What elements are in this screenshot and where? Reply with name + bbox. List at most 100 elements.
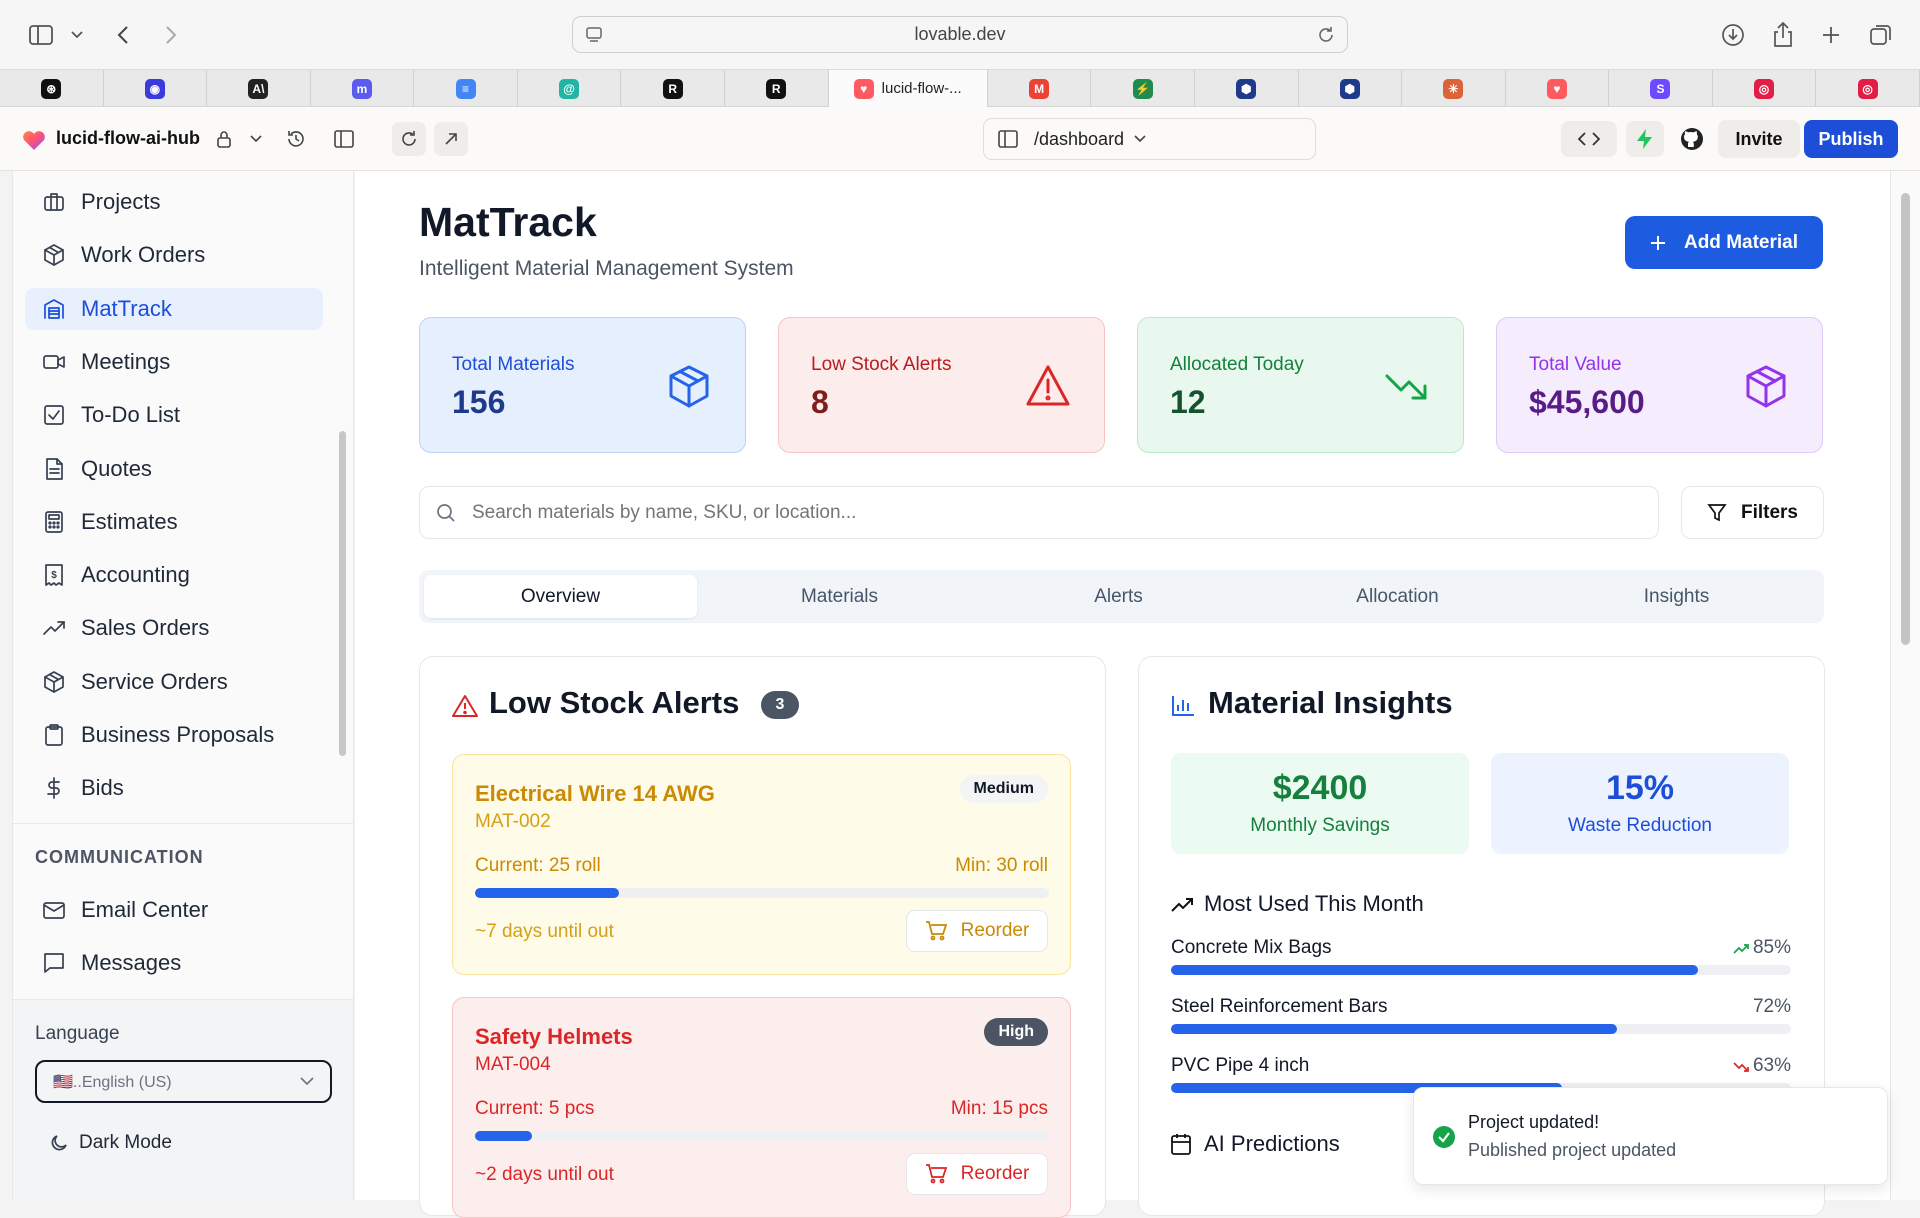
add-material-button[interactable]: Add Material [1625,216,1823,269]
hex-icon: ⬢ [1236,78,1257,99]
sidebar-item-projects[interactable]: Projects [25,181,323,223]
sidebar-toggle-icon[interactable] [26,20,56,50]
open-external-icon[interactable] [434,122,468,156]
app-toolbar: lucid-flow-ai-hub /dashboard Invite Publ… [0,107,1920,171]
refresh-icon[interactable] [392,122,426,156]
sidebar-item-quotes[interactable]: Quotes [25,448,323,490]
browser-tab[interactable]: M [988,70,1092,107]
sidebar-item-meetings[interactable]: Meetings [25,341,323,383]
github-icon[interactable] [1674,121,1710,157]
search-box[interactable] [419,486,1659,539]
publish-button[interactable]: Publish [1804,120,1898,158]
browser-tab[interactable]: ⊛ [0,70,104,107]
sidebar-item-email-center[interactable]: Email Center [25,889,323,931]
dark-mode-label: Dark Mode [79,1132,172,1153]
browser-tab-strip: ⊛ ◉ A\ m ≡ @ R R ♥ lucid-flow-... M ⚡ ⬢ ⬢ ✳ ♥ S ◎ ◎ [0,70,1920,107]
sidebar: Projects Work Orders MatTrack Meetings To-Do… [12,171,354,1200]
dark-mode-toggle[interactable]: Dark Mode [49,1132,172,1154]
warehouse-icon [43,298,65,320]
browser-tab[interactable]: @ [518,70,622,107]
site-settings-icon[interactable] [585,26,603,44]
reorder-button[interactable]: Reorder [906,1153,1048,1195]
sidebar-item-accounting[interactable]: $ Accounting [25,554,323,596]
filters-button[interactable]: Filters [1681,486,1824,539]
reorder-button[interactable]: Reorder [906,910,1048,952]
calendar-icon [1171,1133,1191,1155]
browser-tab[interactable]: ◎ [1713,70,1817,107]
savings-value: $2400 [1272,769,1368,807]
toast-title: Project updated! [1468,1112,1600,1132]
usage-bar-fill [1171,1024,1618,1034]
sidebar-item-messages[interactable]: Messages [25,942,323,984]
sidebar-item-mattrack[interactable]: MatTrack [25,287,323,330]
tab-insights[interactable]: Insights [1540,575,1813,618]
code-view-icon[interactable] [1561,121,1617,157]
sidebar-item-sales-orders[interactable]: Sales Orders [25,607,323,649]
invite-button[interactable]: Invite [1718,120,1800,158]
project-name[interactable]: lucid-flow-ai-hub [56,128,200,149]
browser-chrome: lovable.dev [0,0,1920,70]
route-selector[interactable]: /dashboard [983,118,1316,160]
browser-tab[interactable]: R [621,70,725,107]
moon-icon [49,1133,69,1153]
sidebar-scrollbar[interactable] [339,431,346,756]
reorder-label: Reorder [960,1163,1030,1184]
browser-tab[interactable]: ⬢ [1299,70,1403,107]
lock-icon[interactable] [209,124,239,154]
forward-icon[interactable] [156,20,186,50]
red-target-icon: ◎ [1754,78,1775,99]
sidebar-item-work-orders[interactable]: Work Orders [25,234,323,276]
sidebar-item-bids[interactable]: Bids [25,767,323,809]
tab-alerts[interactable]: Alerts [982,575,1255,618]
stat-card-low-stock-alerts: Low Stock Alerts 8 [778,317,1105,453]
browser-tab[interactable]: ♥ [1506,70,1610,107]
search-input[interactable] [472,499,1632,527]
history-icon[interactable] [281,124,311,154]
page-title: MatTrack [419,199,597,245]
browser-tab[interactable]: R [725,70,829,107]
browser-tab[interactable]: S [1609,70,1713,107]
ai-predictions-title: AI Predictions [1204,1131,1340,1156]
browser-tab[interactable]: A\ [207,70,311,107]
toast-notification[interactable]: Project updated! Published project updat… [1413,1087,1888,1185]
r-logo-icon: R [766,78,787,99]
browser-tab[interactable]: ◎ [1816,70,1920,107]
share-icon[interactable] [1768,20,1798,50]
docs-icon: ≡ [455,78,476,99]
main-scrollbar-thumb[interactable] [1901,193,1910,645]
browser-tab[interactable]: ◉ [104,70,208,107]
tab-overview-icon[interactable] [1866,20,1896,50]
back-icon[interactable] [108,20,138,50]
browser-tab[interactable]: ✳ [1402,70,1506,107]
browser-tab[interactable]: ≡ [414,70,518,107]
check-circle-icon [1433,1126,1455,1148]
days-until-out: ~7 days until out [475,921,614,942]
sidebar-item-estimates[interactable]: Estimates [25,501,323,543]
sidebar-item-to-do-list[interactable]: To-Do List [25,394,323,436]
tab-overview[interactable]: Overview [424,575,697,618]
stat-value: 8 [811,384,829,420]
chevron-down-icon[interactable] [241,124,271,154]
sidebar-item-service-orders[interactable]: Service Orders [25,661,323,703]
sidebar-item-label: Accounting [81,562,190,588]
browser-tab[interactable]: ⚡ [1091,70,1195,107]
alert-item: Electrical Wire 14 AWG Medium MAT-002 Curre… [452,754,1071,975]
add-material-label: Add Material [1683,231,1799,253]
tab-materials[interactable]: Materials [703,575,976,618]
browser-tab[interactable]: ♥ lucid-flow-... [828,70,988,107]
new-tab-icon[interactable] [1816,20,1846,50]
chevron-down-icon[interactable] [62,20,92,50]
panel-toggle-icon[interactable] [329,124,359,154]
reload-icon[interactable] [1317,26,1335,44]
tab-allocation[interactable]: Allocation [1261,575,1534,618]
browser-tab[interactable]: m [311,70,415,107]
video-icon [43,351,65,373]
sidebar-item-label: MatTrack [81,295,172,321]
language-label: Language [35,1023,120,1044]
supabase-bolt-icon[interactable] [1626,121,1664,157]
browser-tab[interactable]: ⬢ [1195,70,1299,107]
download-icon[interactable] [1718,20,1748,50]
language-select[interactable]: 🇺🇸..English (US) [35,1060,332,1103]
url-bar[interactable]: lovable.dev [572,16,1348,53]
sidebar-item-business-proposals[interactable]: Business Proposals [25,714,323,756]
